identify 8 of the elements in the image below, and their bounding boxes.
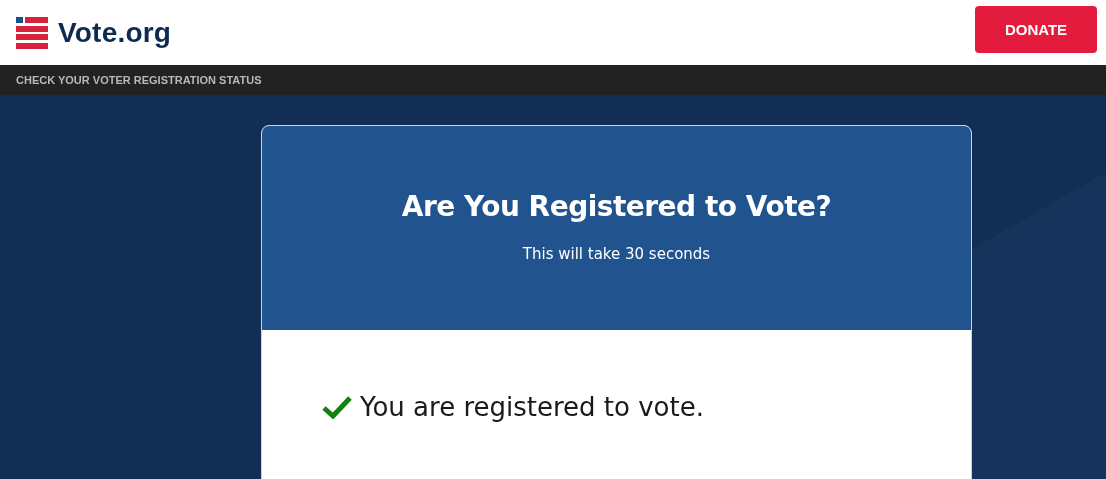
flag-icon (16, 16, 48, 49)
checkmark-icon (322, 395, 352, 419)
site-logo[interactable]: Vote.org (58, 16, 172, 49)
donate-button[interactable]: DONATE (975, 6, 1097, 53)
breadcrumb[interactable]: CHECK YOUR VOTER REGISTRATION STATUS (16, 74, 262, 86)
card-subtitle: This will take 30 seconds (522, 245, 711, 263)
card-title: Are You Registered to Vote? (401, 190, 832, 223)
registration-result: You are registered to vote. (360, 392, 704, 422)
